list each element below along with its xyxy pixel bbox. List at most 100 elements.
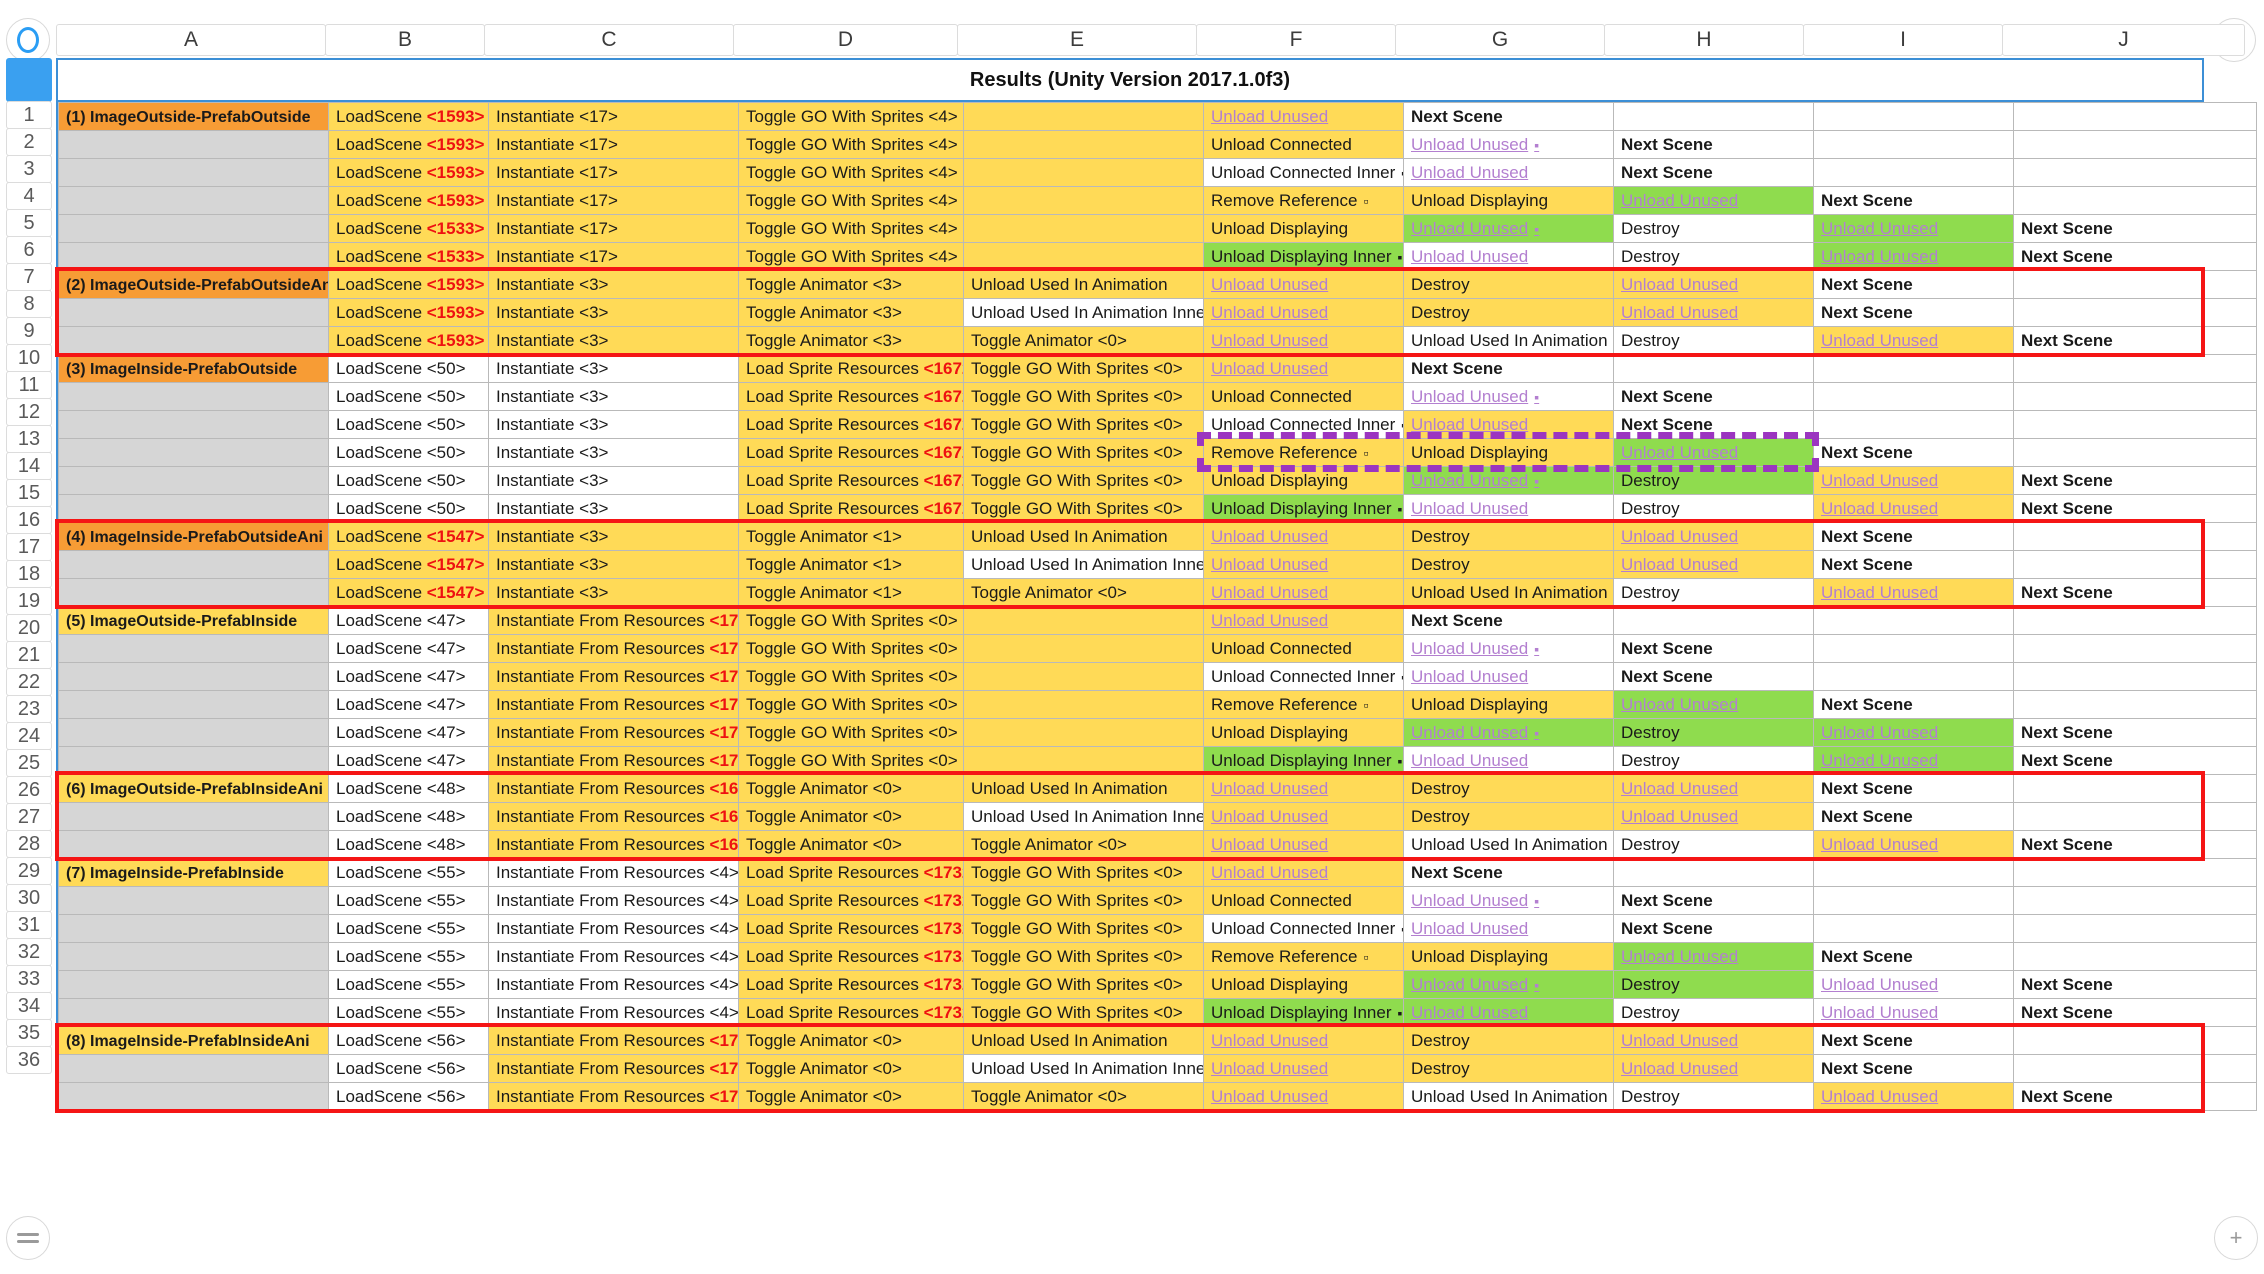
cell-H33[interactable]: Destroy [1613, 998, 1814, 1027]
row-header-26[interactable]: 26 [6, 776, 52, 804]
cell-F29[interactable]: Unload Connected [1203, 886, 1404, 915]
cell-J30[interactable] [2013, 914, 2257, 943]
cell-E2[interactable] [963, 130, 1204, 159]
cell-F20[interactable]: Unload Connected [1203, 634, 1404, 663]
cell-G30[interactable]: Unload Unused [1403, 914, 1614, 943]
cell-H15[interactable]: Destroy [1613, 494, 1814, 523]
cell-H30[interactable]: Next Scene [1613, 914, 1814, 943]
cell-B14[interactable]: LoadScene <50> [328, 466, 489, 495]
cell-I9[interactable]: Unload Unused [1813, 326, 2014, 355]
cell-C5[interactable]: Instantiate <17> [488, 214, 739, 243]
cell-D28[interactable]: Load Sprite Resources <1732> [738, 858, 964, 887]
cell-C14[interactable]: Instantiate <3> [488, 466, 739, 495]
column-header-j[interactable]: J [2002, 24, 2245, 56]
column-header-f[interactable]: F [1196, 24, 1396, 56]
cell-J19[interactable] [2013, 606, 2257, 635]
cell-H4[interactable]: Unload Unused [1613, 186, 1814, 215]
cell-I29[interactable] [1813, 886, 2014, 915]
cell-F26[interactable]: Unload Unused [1203, 802, 1404, 831]
cell-A17[interactable] [58, 550, 329, 579]
cell-D9[interactable]: Toggle Animator <3> [738, 326, 964, 355]
cell-J25[interactable] [2013, 774, 2257, 803]
cell-E7[interactable]: Unload Used In Animation [963, 270, 1204, 299]
cell-D15[interactable]: Load Sprite Resources <1672> [738, 494, 964, 523]
cell-I18[interactable]: Unload Unused [1813, 578, 2014, 607]
cell-H18[interactable]: Destroy [1613, 578, 1814, 607]
cell-G20[interactable]: Unload Unused [1403, 634, 1614, 663]
cell-J21[interactable] [2013, 662, 2257, 691]
cell-G23[interactable]: Unload Unused [1403, 718, 1614, 747]
cell-G34[interactable]: Destroy [1403, 1026, 1614, 1055]
cell-I34[interactable]: Next Scene [1813, 1026, 2014, 1055]
row-header-8[interactable]: 8 [6, 290, 52, 318]
cell-E14[interactable]: Toggle GO With Sprites <0> [963, 466, 1204, 495]
cell-H25[interactable]: Unload Unused [1613, 774, 1814, 803]
column-header-g[interactable]: G [1395, 24, 1605, 56]
cell-E16[interactable]: Unload Used In Animation [963, 522, 1204, 551]
cell-A14[interactable] [58, 466, 329, 495]
column-header-c[interactable]: C [484, 24, 734, 56]
cell-H34[interactable]: Unload Unused [1613, 1026, 1814, 1055]
cell-A34[interactable]: (8) ImageInside-PrefabInsideAni [58, 1026, 329, 1055]
cell-G8[interactable]: Destroy [1403, 298, 1614, 327]
row-header-14[interactable]: 14 [6, 452, 52, 480]
cell-D32[interactable]: Load Sprite Resources <1732> [738, 970, 964, 999]
cell-F10[interactable]: Unload Unused [1203, 354, 1404, 383]
column-header-d[interactable]: D [733, 24, 958, 56]
cell-I3[interactable] [1813, 158, 2014, 187]
cell-E22[interactable] [963, 690, 1204, 719]
cell-B22[interactable]: LoadScene <47> [328, 690, 489, 719]
cell-F3[interactable]: Unload Connected Inner [1203, 158, 1404, 187]
cell-D30[interactable]: Load Sprite Resources <1732> [738, 914, 964, 943]
cell-A7[interactable]: (2) ImageOutside-PrefabOutsideAni [58, 270, 329, 299]
cell-D33[interactable]: Load Sprite Resources <1732> [738, 998, 964, 1027]
row-header-selected[interactable] [6, 58, 52, 102]
cell-H8[interactable]: Unload Unused [1613, 298, 1814, 327]
cell-E11[interactable]: Toggle GO With Sprites <0> [963, 382, 1204, 411]
cell-B16[interactable]: LoadScene <1547> [328, 522, 489, 551]
cell-J17[interactable] [2013, 550, 2257, 579]
cell-J12[interactable] [2013, 410, 2257, 439]
cell-G10[interactable]: Next Scene [1403, 354, 1614, 383]
row-header-4[interactable]: 4 [6, 182, 52, 210]
row-header-7[interactable]: 7 [6, 263, 52, 291]
cell-J22[interactable] [2013, 690, 2257, 719]
cell-B36[interactable]: LoadScene <56> [328, 1082, 489, 1111]
cell-H22[interactable]: Unload Unused [1613, 690, 1814, 719]
cell-B17[interactable]: LoadScene <1547> [328, 550, 489, 579]
row-header-2[interactable]: 2 [6, 128, 52, 156]
cell-D19[interactable]: Toggle GO With Sprites <0> [738, 606, 964, 635]
cell-G33[interactable]: Unload Unused [1403, 998, 1614, 1027]
cell-H9[interactable]: Destroy [1613, 326, 1814, 355]
cell-E29[interactable]: Toggle GO With Sprites <0> [963, 886, 1204, 915]
cell-F8[interactable]: Unload Unused [1203, 298, 1404, 327]
row-header-35[interactable]: 35 [6, 1019, 52, 1047]
cell-J11[interactable] [2013, 382, 2257, 411]
cell-G26[interactable]: Destroy [1403, 802, 1614, 831]
cell-J5[interactable]: Next Scene [2013, 214, 2257, 243]
cell-F15[interactable]: Unload Displaying Inner [1203, 494, 1404, 523]
cell-G36[interactable]: Unload Used In Animation Inner [1403, 1082, 1614, 1111]
cell-A5[interactable] [58, 214, 329, 243]
cell-J14[interactable]: Next Scene [2013, 466, 2257, 495]
cell-D10[interactable]: Load Sprite Resources <1672> [738, 354, 964, 383]
row-header-36[interactable]: 36 [6, 1046, 52, 1074]
cell-J6[interactable]: Next Scene [2013, 242, 2257, 271]
cell-B31[interactable]: LoadScene <55> [328, 942, 489, 971]
cell-H31[interactable]: Unload Unused [1613, 942, 1814, 971]
cell-E27[interactable]: Toggle Animator <0> [963, 830, 1204, 859]
cell-H6[interactable]: Destroy [1613, 242, 1814, 271]
cell-I6[interactable]: Unload Unused [1813, 242, 2014, 271]
cell-D4[interactable]: Toggle GO With Sprites <4> [738, 186, 964, 215]
cell-J13[interactable] [2013, 438, 2257, 467]
cell-D26[interactable]: Toggle Animator <0> [738, 802, 964, 831]
cell-E6[interactable] [963, 242, 1204, 271]
cell-D20[interactable]: Toggle GO With Sprites <0> [738, 634, 964, 663]
cell-A12[interactable] [58, 410, 329, 439]
cell-F21[interactable]: Unload Connected Inner [1203, 662, 1404, 691]
cell-F14[interactable]: Unload Displaying [1203, 466, 1404, 495]
cell-B30[interactable]: LoadScene <55> [328, 914, 489, 943]
cell-H36[interactable]: Destroy [1613, 1082, 1814, 1111]
cell-C24[interactable]: Instantiate From Resources <1718> [488, 746, 739, 775]
cell-F30[interactable]: Unload Connected Inner [1203, 914, 1404, 943]
